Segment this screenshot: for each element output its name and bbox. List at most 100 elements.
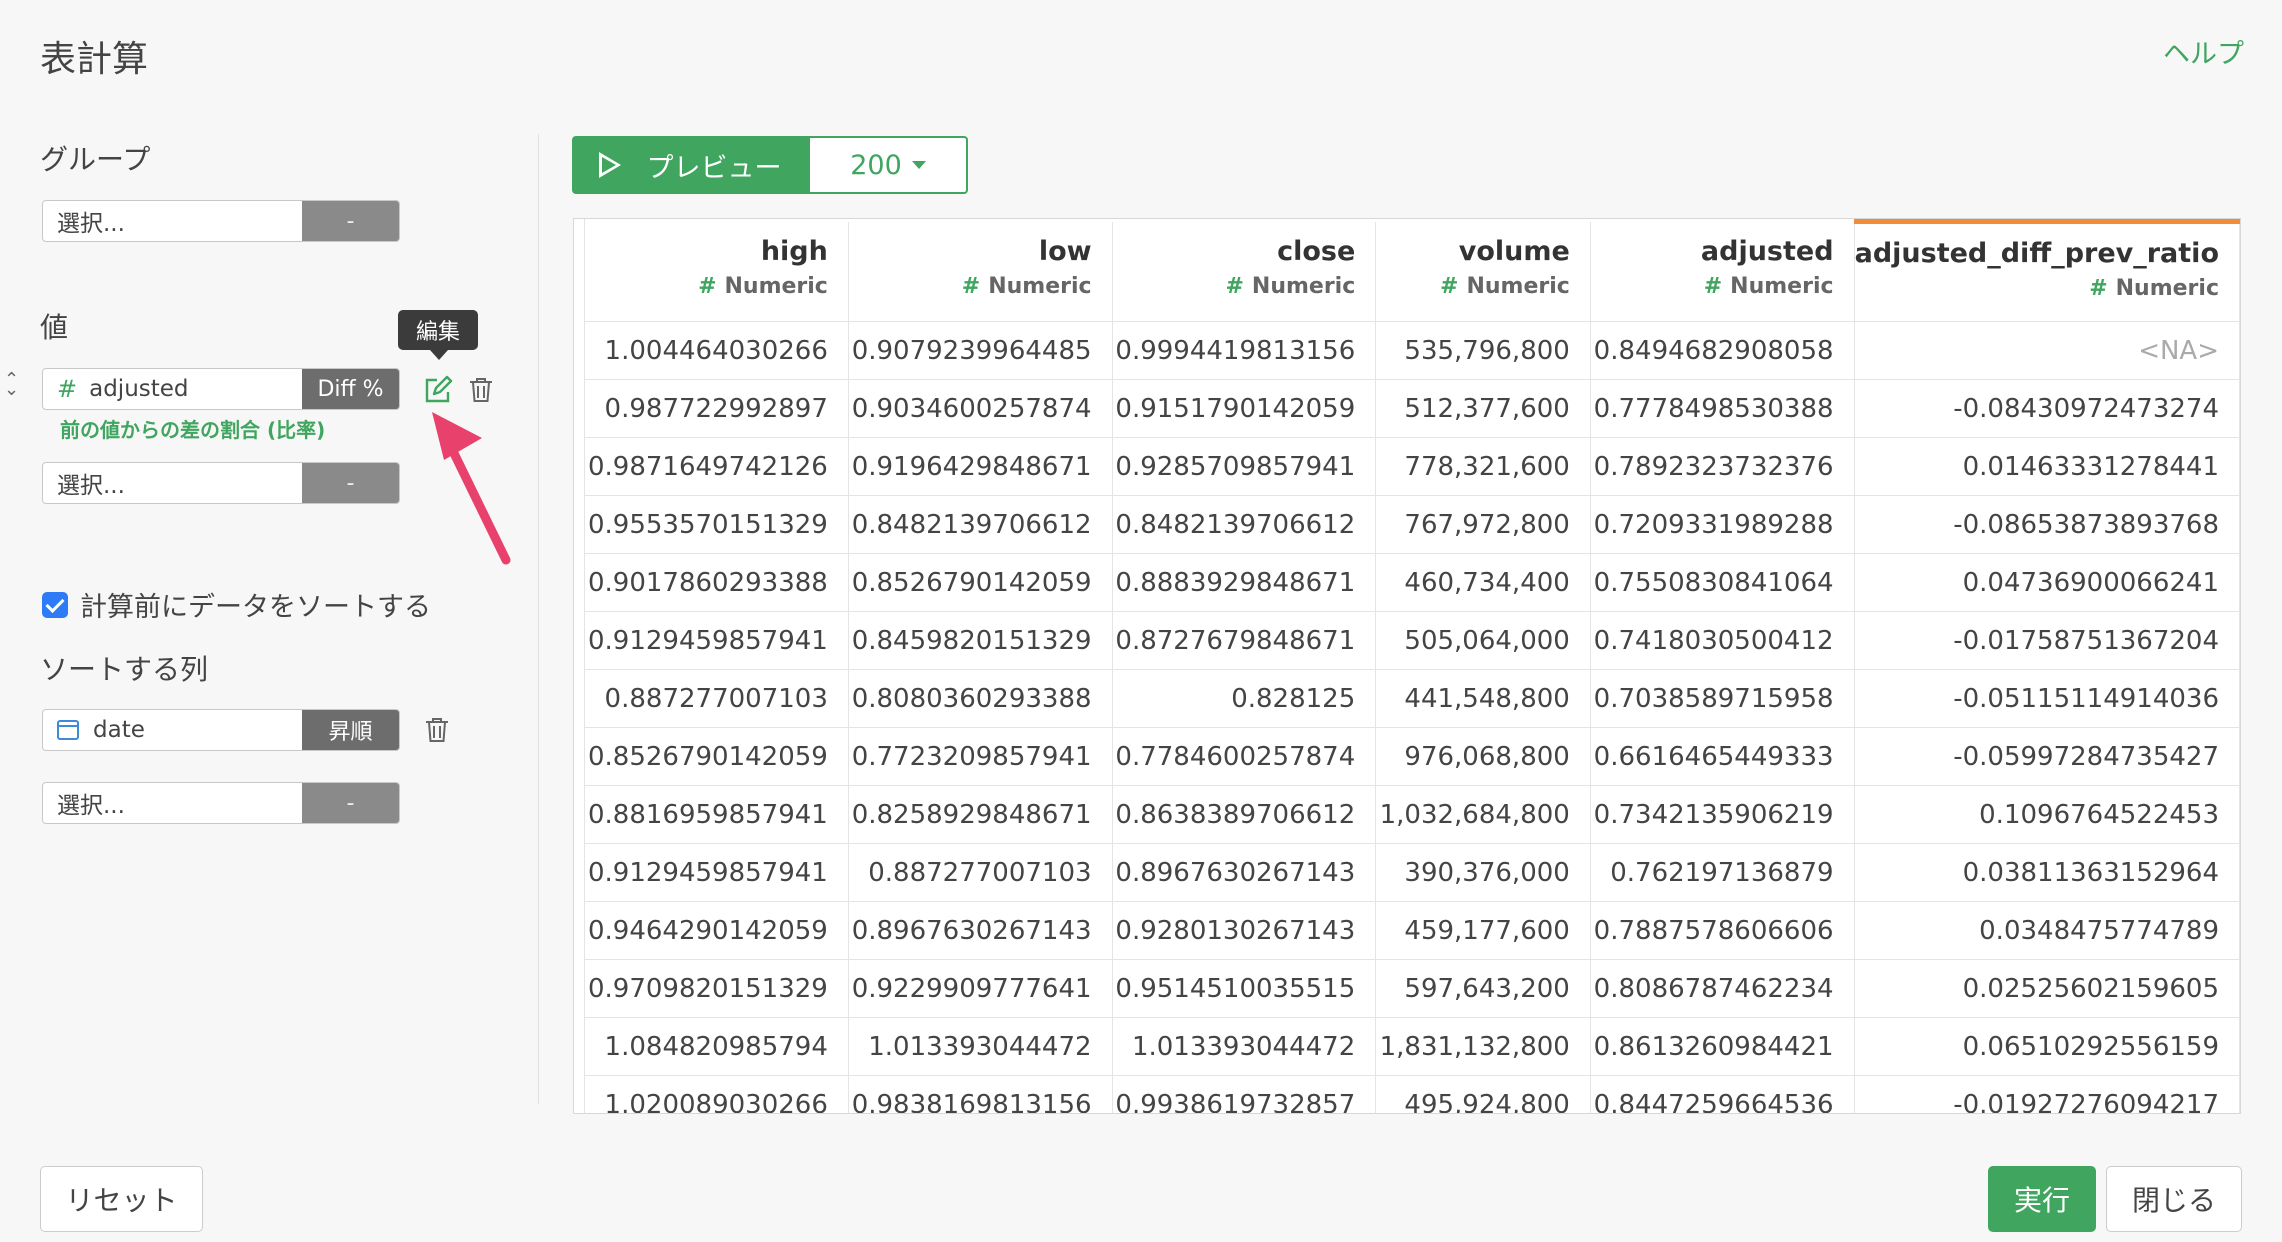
column-name: adjusted_diff_prev_ratio	[1854, 238, 2219, 269]
sort-item[interactable]: date 昇順	[42, 709, 400, 751]
table-row: 0.8816959857941 0.8258929848671 0.86383897…	[585, 785, 2240, 844]
preview-controls: プレビュー 200	[572, 136, 968, 194]
table-cell: 0.7778498530388	[1590, 379, 1855, 438]
delete-sort-icon[interactable]	[422, 714, 452, 746]
sort-before-checkbox-row[interactable]: 計算前にデータをソートする	[42, 585, 431, 624]
table-cell: 0.9938619732857	[1112, 1075, 1377, 1113]
table-cell: 0.8482139706612	[1112, 495, 1377, 554]
column-name: high	[760, 235, 828, 267]
table-row: 0.9709820151329 0.9229909777641 0.95145100…	[585, 959, 2240, 1018]
column-header-volume[interactable]: volume # Numeric	[1375, 221, 1591, 322]
group-select-button[interactable]: -	[302, 201, 399, 241]
table-cell: 0.9871649742126	[585, 437, 849, 496]
table-cell: 0.9017860293388	[585, 553, 849, 612]
column-header-close[interactable]: close # Numeric	[1112, 221, 1377, 322]
table-cell: -0.01927276094217	[1854, 1075, 2240, 1113]
table-cell: 505,064,000	[1375, 611, 1591, 670]
table-row: 1.004464030266 0.9079239964485 0.999441981…	[585, 321, 2240, 380]
table-cell: -0.01758751367204	[1854, 611, 2240, 670]
table-cell: 0.7342135906219	[1590, 785, 1855, 844]
sort-before-checkbox[interactable]	[42, 591, 68, 618]
table-cell: 0.7038589715958	[1590, 669, 1855, 728]
calc-type-button[interactable]: Diff %	[302, 369, 399, 409]
group-label: グループ	[40, 143, 151, 176]
table-cell: 459,177,600	[1375, 901, 1591, 960]
table-cell: 1.004464030266	[585, 321, 849, 380]
table-cell: 495,924,800	[1375, 1075, 1591, 1113]
row-count-dropdown[interactable]: 200	[808, 136, 968, 194]
row-count-value: 200	[850, 149, 902, 181]
table-cell: 0.9129459857941	[585, 611, 849, 670]
table-cell: 0.7418030500412	[1590, 611, 1855, 670]
table-cell: 0.7209331989288	[1590, 495, 1855, 554]
table-cell: 0.8459820151329	[848, 611, 1113, 670]
table-cell: 976,068,800	[1375, 727, 1591, 786]
table-cell: 0.9464290142059	[585, 901, 849, 960]
run-button[interactable]: 実行	[1988, 1166, 2096, 1232]
group-select[interactable]: 選択... -	[42, 200, 400, 242]
table-cell: 0.6616465449333	[1590, 727, 1855, 786]
table-cell: 0.8613260984421	[1590, 1017, 1855, 1076]
table-cell: 0.9196429848671	[848, 437, 1113, 496]
numeric-type-icon: #	[698, 273, 717, 299]
table-cell: 0.8447259664536	[1590, 1075, 1855, 1113]
table-row: 0.9129459857941 0.887277007103 0.896763026…	[585, 843, 2240, 902]
table-cell: 0.9514510035515	[1112, 959, 1377, 1018]
table-cell: 0.9151790142059	[1112, 379, 1377, 438]
dialog-title: 表計算	[40, 39, 149, 80]
close-button[interactable]: 閉じる	[2106, 1166, 2242, 1232]
table-cell: 0.7887578606606	[1590, 901, 1855, 960]
sort-before-label: 計算前にデータをソートする	[80, 592, 431, 623]
table-cell: 0.8526790142059	[848, 553, 1113, 612]
column-type: # Numeric	[2089, 276, 2219, 301]
sort-select[interactable]: 選択... -	[42, 782, 400, 824]
sort-order-button[interactable]: 昇順	[302, 710, 399, 750]
column-header-adjusted[interactable]: adjusted # Numeric	[1590, 221, 1855, 322]
reset-button[interactable]: リセット	[40, 1166, 203, 1232]
column-header-high[interactable]: high # Numeric	[585, 221, 849, 322]
preview-button[interactable]: プレビュー	[572, 136, 808, 194]
table-cell: 0.9034600257874	[848, 379, 1113, 438]
sort-select-placeholder: 選択...	[57, 793, 125, 819]
table-cell: 0.8727679848671	[1112, 611, 1377, 670]
table-cell: 0.8482139706612	[848, 495, 1113, 554]
help-link[interactable]: ヘルプ	[2163, 32, 2244, 71]
column-type: # Numeric	[961, 273, 1092, 299]
drag-handle-icon[interactable]: ⌃ ⌄	[4, 371, 19, 399]
table-cell: 0.7892323732376	[1590, 437, 1855, 496]
table-cell: 767,972,800	[1375, 495, 1591, 554]
table-cell: 390,376,000	[1375, 843, 1591, 902]
table-cell: 0.0348475774789	[1854, 901, 2240, 960]
table-cell: 0.828125	[1112, 669, 1377, 728]
table-cell: 535,796,800	[1375, 321, 1591, 380]
value-select-button[interactable]: -	[302, 463, 399, 503]
column-header-adjusted_diff_prev_ratio[interactable]: adjusted_diff_prev_ratio # Numeric	[1854, 219, 2240, 322]
table-cell: 0.9280130267143	[1112, 901, 1377, 960]
column-type: # Numeric	[1703, 273, 1834, 299]
table-cell: 1.013393044472	[1112, 1017, 1377, 1076]
table-cell: 0.1096764522453	[1854, 785, 2240, 844]
table-cell: 0.7723209857941	[848, 727, 1113, 786]
column-type: # Numeric	[1225, 273, 1356, 299]
numeric-type-icon: #	[961, 273, 981, 299]
preview-label: プレビュー	[646, 152, 782, 184]
table-cell: 1.013393044472	[848, 1017, 1113, 1076]
table-cell: 0.762197136879	[1590, 843, 1855, 902]
table-cell: 0.987722992897	[585, 379, 849, 438]
table-cell: 0.8967630267143	[848, 901, 1113, 960]
table-cell: 0.9994419813156	[1112, 321, 1377, 380]
value-select[interactable]: 選択... -	[42, 462, 400, 504]
table-row: 0.9129459857941 0.8459820151329 0.87276798…	[585, 611, 2240, 670]
table-row: 0.9553570151329 0.8482139706612 0.84821397…	[585, 495, 2240, 554]
preview-table[interactable]: high # Numeric low # Numeric close # Numeric volu…	[573, 218, 2241, 1114]
value-item[interactable]: # adjusted Diff %	[42, 368, 400, 410]
sort-item-name: date	[93, 717, 145, 743]
column-header-low[interactable]: low # Numeric	[848, 221, 1113, 322]
sort-select-button[interactable]: -	[302, 783, 399, 823]
table-cell: 0.887277007103	[585, 669, 849, 728]
table-cell: 0.8080360293388	[848, 669, 1113, 728]
column-type: # Numeric	[1440, 273, 1570, 299]
pointer-arrow-icon	[420, 400, 520, 574]
table-cell: 0.7784600257874	[1112, 727, 1377, 786]
sort-columns-label: ソートする列	[40, 653, 209, 686]
